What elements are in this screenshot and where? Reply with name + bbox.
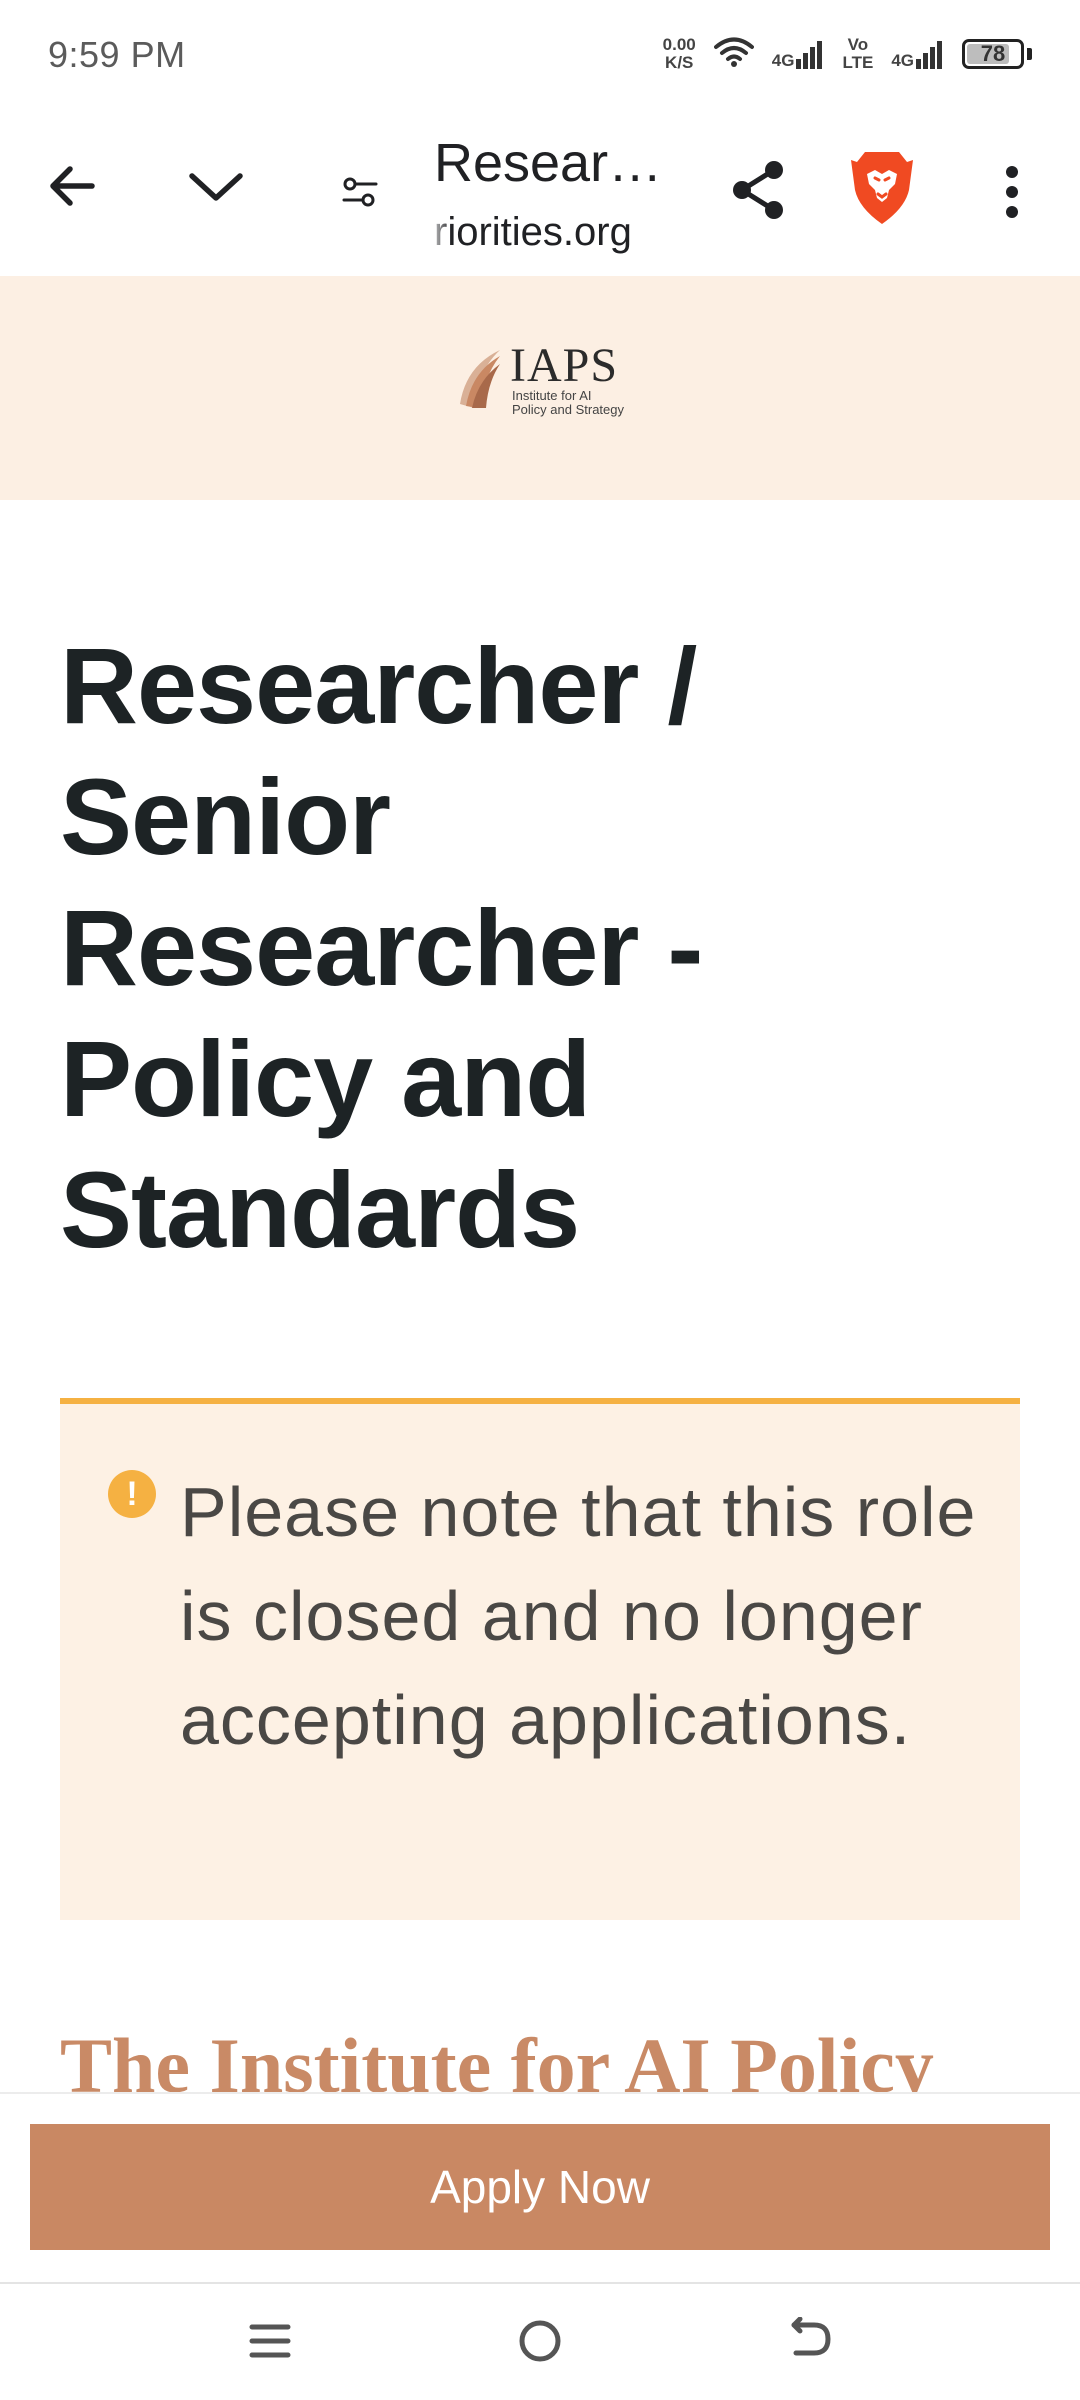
- volte-bottom: LTE: [842, 53, 874, 72]
- battery-level: 78: [980, 41, 1006, 66]
- brave-lion-icon: [849, 150, 915, 231]
- closed-role-notice: ! Please note that this role is closed a…: [60, 1398, 1020, 1920]
- status-time: 9:59 PM: [48, 34, 186, 75]
- wifi-icon: [713, 36, 754, 73]
- url-fade: [426, 208, 452, 260]
- url-bar[interactable]: riorities.org: [434, 210, 632, 255]
- status-icons: 0.00 K/S 4G Vo LTE 4G 78: [663, 32, 1032, 76]
- site-settings-button[interactable]: [332, 166, 388, 222]
- more-menu-button[interactable]: [984, 158, 1040, 230]
- volte-indicator: Vo LTE: [842, 36, 873, 72]
- menu-lines-icon: [248, 2319, 292, 2368]
- apply-bar: Apply Now: [0, 2092, 1080, 2282]
- recent-apps-button[interactable]: [230, 2310, 310, 2376]
- browser-toolbar: Resear… riorities.org: [0, 108, 1080, 276]
- home-circle-icon: [516, 2317, 564, 2370]
- signal-icon-sim2: 4G: [891, 39, 944, 69]
- logo-text: IAPS Institute for AI Policy and Strateg…: [510, 338, 625, 417]
- system-back-button[interactable]: [770, 2310, 850, 2376]
- tab-overview-button[interactable]: [180, 152, 252, 224]
- apply-now-button[interactable]: Apply Now: [30, 2124, 1050, 2250]
- network-speed-unit: K/S: [665, 53, 694, 72]
- sim1-network-label: 4G: [771, 51, 795, 70]
- network-speed-value: 0.00: [662, 35, 696, 54]
- system-navigation-bar: [0, 2282, 1080, 2400]
- exclamation-icon: !: [108, 1470, 156, 1518]
- status-bar: 9:59 PM 0.00 K/S 4G Vo LTE 4G 78: [0, 0, 1080, 108]
- back-return-icon: [786, 2316, 834, 2370]
- volte-top: Vo: [847, 35, 869, 54]
- site-header: IAPS Institute for AI Policy and Strateg…: [0, 276, 1080, 500]
- home-button[interactable]: [500, 2310, 580, 2376]
- battery-tip: [1027, 48, 1032, 60]
- intro-heading: The Institute for AI Policy: [60, 2022, 934, 2092]
- more-vert-icon: [1004, 164, 1020, 225]
- sim2-network-label: 4G: [891, 51, 914, 70]
- signal-icon: 4G: [772, 39, 825, 69]
- back-button[interactable]: [36, 152, 108, 224]
- notice-text: Please note that this role is closed and…: [180, 1473, 977, 1759]
- iaps-logo-mark-icon: [456, 342, 504, 417]
- share-button[interactable]: [720, 154, 796, 230]
- page-settings-icon: [342, 174, 378, 215]
- job-title: Researcher / Senior Researcher - Policy …: [60, 625, 703, 1270]
- share-icon: [728, 158, 788, 227]
- page-title-tab[interactable]: Resear…: [434, 132, 662, 194]
- network-speed: 0.00 K/S: [663, 36, 696, 72]
- logo-tagline-line1: Institute for AI: [512, 387, 592, 403]
- logo-tagline-line2: Policy and Strategy: [512, 401, 625, 417]
- back-arrow-icon: [46, 160, 98, 217]
- battery-icon: 78: [962, 39, 1024, 69]
- chevron-down-icon: [188, 166, 244, 211]
- iaps-logo-link[interactable]: IAPS Institute for AI Policy and Strateg…: [456, 338, 625, 417]
- logo-name: IAPS: [510, 338, 619, 392]
- brave-shields-button[interactable]: [842, 150, 922, 230]
